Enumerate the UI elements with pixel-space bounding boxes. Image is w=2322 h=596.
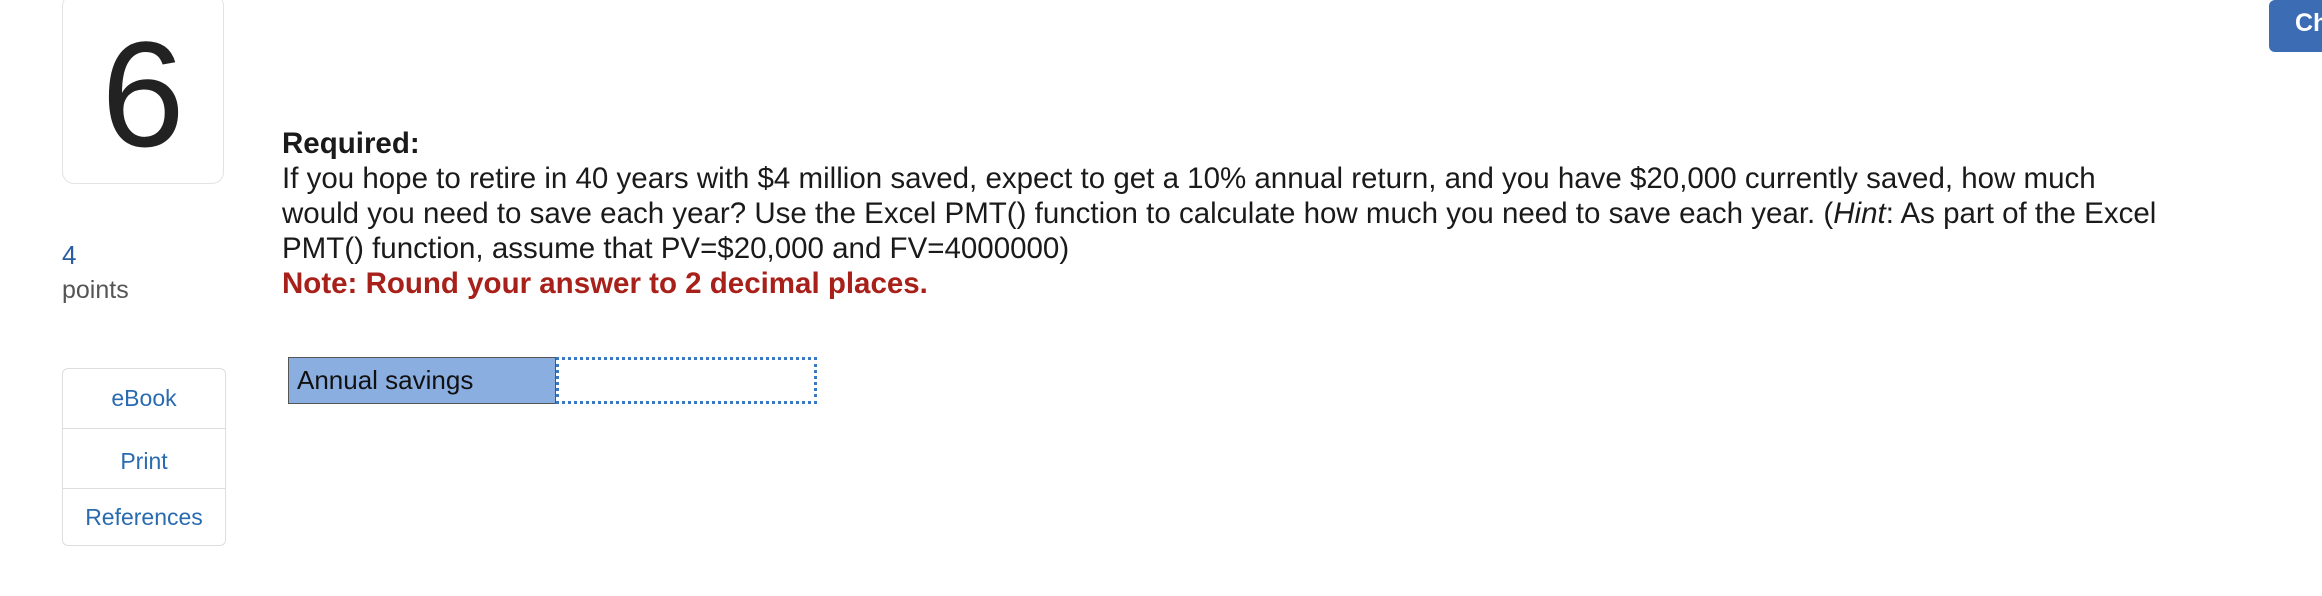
print-link[interactable]: Print [63,429,225,489]
question-text: Required: If you hope to retire in 40 ye… [282,126,2162,301]
check-my-work-button[interactable]: Ch [2269,0,2322,52]
references-link[interactable]: References [63,489,225,545]
annual-savings-input[interactable] [556,357,817,404]
question-body-part1: If you hope to retire in 40 years with $… [282,162,2096,230]
hint-word: Hint [1833,197,1886,230]
answer-row: Annual savings [288,357,817,404]
question-number: 6 [101,10,185,178]
question-page: 6 4 points eBook Print References Ch Req… [0,0,2322,596]
points-value: 4 [62,240,77,270]
ebook-link[interactable]: eBook [63,369,225,429]
resources-panel: eBook Print References [62,368,226,546]
annual-savings-label: Annual savings [288,357,556,404]
required-heading: Required: [282,127,420,160]
question-body: If you hope to retire in 40 years with $… [282,161,2162,266]
check-my-work-label: Ch [2295,9,2322,37]
points-label: points [62,276,129,304]
rounding-note: Note: Round your answer to 2 decimal pla… [282,267,928,300]
question-number-box: 6 [62,0,224,184]
